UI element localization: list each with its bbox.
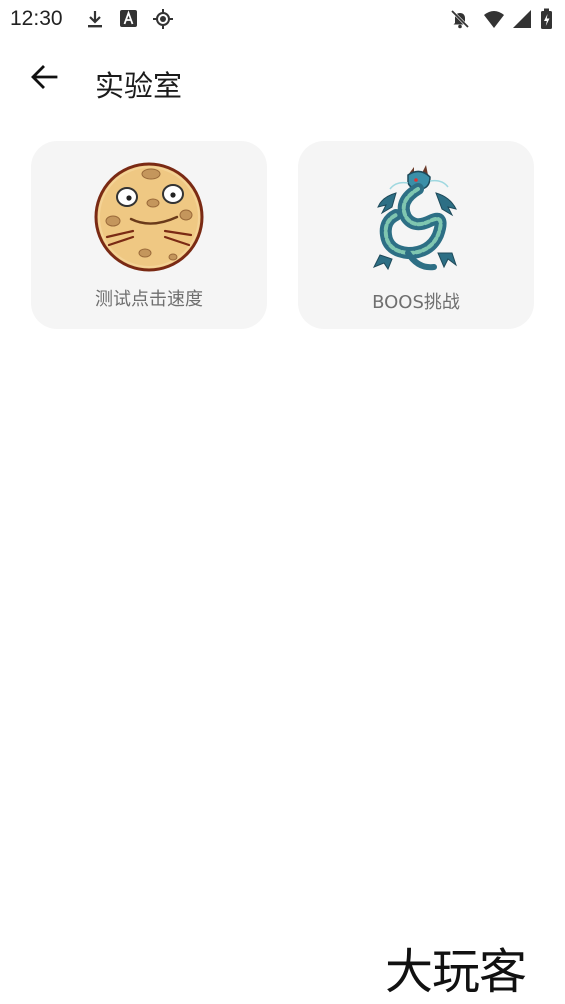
text-a-icon [118, 8, 140, 30]
location-target-icon [152, 8, 174, 30]
cellular-signal-icon [511, 8, 533, 30]
arrow-left-icon [29, 62, 59, 97]
notifications-off-icon [449, 8, 471, 30]
download-icon [84, 8, 106, 30]
battery-charging-icon [539, 8, 555, 30]
watermark-logo: 大玩客 [385, 944, 527, 1000]
page-title: 实验室 [95, 69, 183, 103]
wifi-icon [483, 8, 505, 30]
dragon-icon [368, 163, 464, 280]
status-bar: 12:30 [0, 0, 565, 38]
card-label: BOOS挑战 [372, 292, 460, 313]
boss-challenge-card[interactable]: BOOS挑战 [298, 141, 534, 329]
top-app-bar: 实验室 [0, 45, 565, 119]
card-label: 测试点击速度 [95, 289, 203, 310]
status-time: 12:30 [10, 7, 63, 30]
click-speed-test-card[interactable]: 测试点击速度 [31, 141, 267, 329]
back-button[interactable] [22, 57, 66, 101]
cookie-face-icon [93, 161, 205, 278]
